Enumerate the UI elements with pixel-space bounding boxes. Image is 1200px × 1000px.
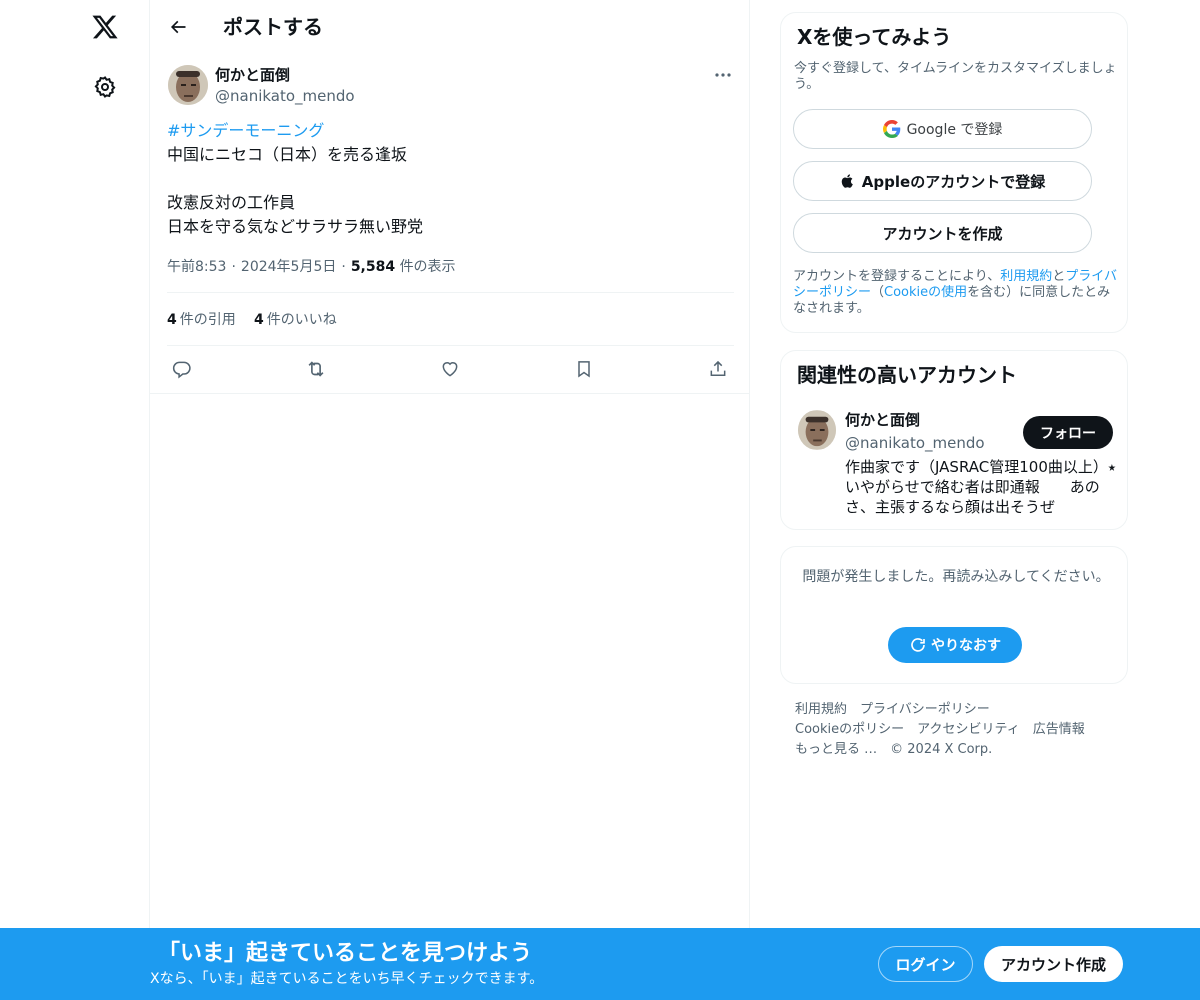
footer-privacy-link[interactable]: プライバシーポリシー — [860, 702, 990, 717]
retry-label: やりなおす — [931, 638, 1001, 654]
create-account-button[interactable]: アカウントを作成 — [793, 213, 1092, 253]
like-icon[interactable] — [435, 354, 465, 384]
post-line: 改憲反対の工作員 — [167, 193, 296, 212]
back-arrow-icon[interactable] — [162, 11, 194, 43]
related-handle[interactable]: @nanikato_mendo — [845, 433, 985, 453]
banner-title: 「いま」起きていることを見つけよう — [158, 941, 533, 966]
author-name[interactable]: 何かと面倒 — [215, 65, 290, 85]
bookmark-icon[interactable] — [569, 354, 599, 384]
share-icon[interactable] — [703, 354, 733, 384]
views-count: 5,584 — [350, 259, 396, 275]
google-icon — [882, 120, 901, 138]
copyright: © 2024 X Corp. — [890, 742, 993, 757]
more-icon[interactable] — [706, 62, 740, 88]
related-name[interactable]: 何かと面倒 — [845, 410, 920, 430]
error-message: 問題が発生しました。再読み込みしてください。 — [802, 569, 1110, 585]
reply-icon[interactable] — [167, 354, 197, 384]
follow-button[interactable]: フォロー — [1023, 416, 1113, 449]
views-label: 件の表示 — [399, 259, 456, 275]
terms-link[interactable]: 利用規約 — [1000, 269, 1052, 284]
repost-icon[interactable] — [301, 354, 331, 384]
bottom-banner: 「いま」起きていることを見つけよう Xなら、「いま」起きていることをいち早くチェ… — [0, 928, 1200, 1000]
footer-terms-link[interactable]: 利用規約 — [795, 702, 847, 717]
banner-subtitle: Xなら、「いま」起きていることをいち早くチェックできます。 — [150, 971, 544, 987]
post-line: 中国にニセコ（日本）を売る逢坂 — [167, 145, 408, 164]
related-title: 関連性の高いアカウント — [797, 363, 1017, 387]
footer-ads-link[interactable]: 広告情報 — [1033, 722, 1085, 737]
signup-title: Xを使ってみよう — [797, 25, 952, 49]
refresh-icon — [909, 636, 927, 654]
page-title: ポストする — [223, 15, 323, 39]
x-logo-icon[interactable] — [86, 8, 124, 46]
apple-icon — [840, 172, 856, 190]
apple-signup-label: Appleのアカウントで登録 — [861, 172, 1046, 191]
gear-icon[interactable] — [89, 71, 121, 103]
signup-subtitle: 今すぐ登録して、タイムラインをカスタマイズしましょう。 — [794, 61, 1117, 92]
post: 何かと面倒 @nanikato_mendo #サンデーモーニング 中国にニセコ（… — [150, 54, 750, 394]
post-line: 日本を守る気などサラサラ無い野党 — [167, 217, 424, 236]
author-handle[interactable]: @nanikato_mendo — [215, 86, 355, 106]
post-actions — [167, 354, 734, 384]
footer-cookie-link[interactable]: Cookieのポリシー — [795, 722, 904, 737]
avatar[interactable] — [798, 410, 836, 450]
cookie-link[interactable]: Cookieの使用 — [884, 285, 967, 300]
likes-stat[interactable]: 4 件のいいね — [254, 310, 337, 330]
footer-more-link[interactable]: もっと見る … — [795, 742, 877, 757]
page-header: ポストする — [150, 0, 750, 54]
signup-button[interactable]: アカウント作成 — [984, 946, 1123, 982]
retry-button[interactable]: やりなおす — [888, 627, 1022, 663]
google-signup-label: Google で登録 — [906, 122, 1003, 138]
avatar[interactable] — [168, 65, 208, 105]
apple-signup-button[interactable]: Appleのアカウントで登録 — [793, 161, 1092, 201]
post-text: #サンデーモーニング 中国にニセコ（日本）を売る逢坂 改憲反対の工作員 日本を守… — [167, 119, 727, 239]
footer-accessibility-link[interactable]: アクセシビリティ — [917, 722, 1020, 737]
hashtag-link[interactable]: #サンデーモーニング — [167, 119, 727, 143]
signup-card: Xを使ってみよう 今すぐ登録して、タイムラインをカスタマイズしましょう。 Goo… — [780, 12, 1128, 333]
post-date[interactable]: 2024年5月5日 — [241, 259, 336, 275]
main-column: ポストする 何かと面倒 @nanikato_mendo #サンデーモーニング 中… — [149, 0, 750, 1000]
footer-links: 利用規約 プライバシーポリシー Cookieのポリシー アクセシビリティ 広告情報 も… — [795, 700, 1125, 760]
legal-text: アカウントを登録することにより、利用規約とプライバシーポリシー（Cookieの使… — [793, 269, 1118, 316]
google-signup-button[interactable]: Google で登録 — [793, 109, 1092, 149]
related-bio: 作曲家です（JASRAC管理100曲以上）⭑ いやがらせで絡む者は即通報 あのさ… — [845, 458, 1116, 516]
error-card: 問題が発生しました。再読み込みしてください。 やりなおす — [780, 546, 1128, 684]
login-button[interactable]: ログイン — [878, 946, 973, 982]
post-stats: 4 件の引用 4 件のいいね — [167, 292, 734, 346]
post-time[interactable]: 午前8:53 — [167, 259, 226, 275]
left-nav — [0, 0, 150, 1000]
post-meta: 午前8:53 · 2024年5月5日 · 5,584 件の表示 — [167, 259, 456, 275]
quotes-stat[interactable]: 4 件の引用 — [167, 310, 236, 330]
related-accounts-card: 関連性の高いアカウント 何かと面倒 @nanikato_mendo フォロー 作… — [780, 350, 1128, 530]
